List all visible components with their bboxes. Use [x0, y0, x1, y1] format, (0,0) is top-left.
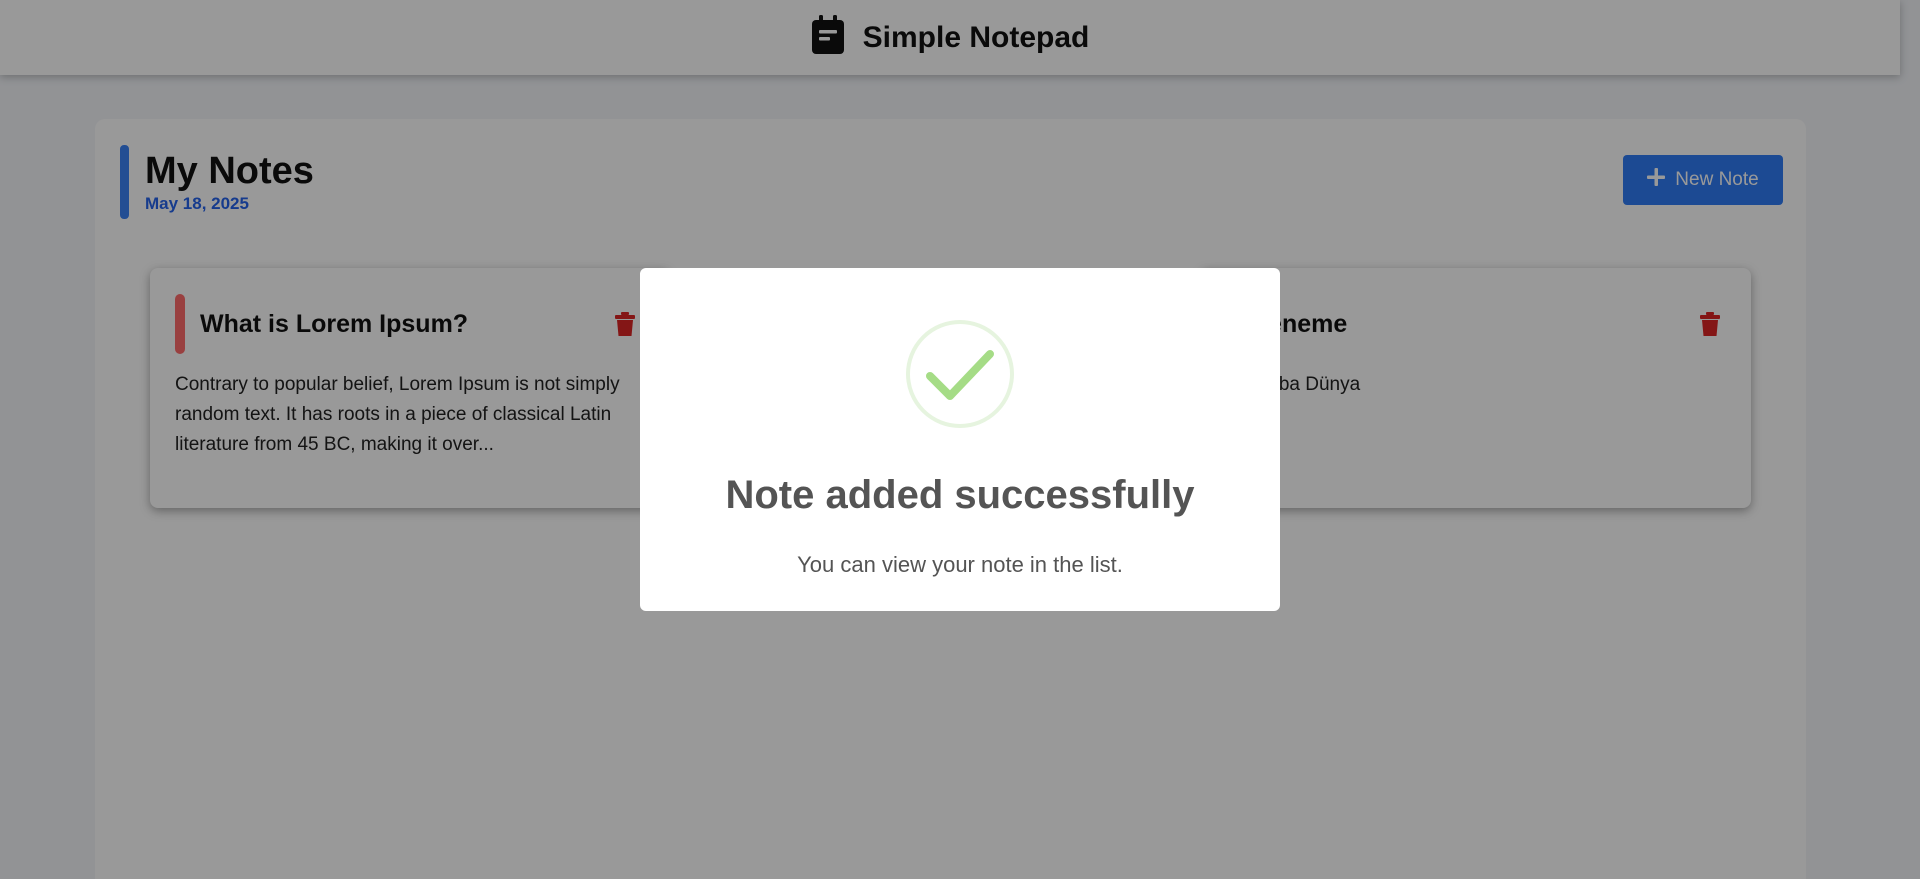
dialog-message: You can view your note in the list.: [797, 552, 1123, 577]
success-check-icon: [904, 318, 1016, 430]
dialog-title: Note added successfully: [725, 473, 1195, 517]
success-dialog: Note added successfully You can view you…: [640, 268, 1280, 611]
